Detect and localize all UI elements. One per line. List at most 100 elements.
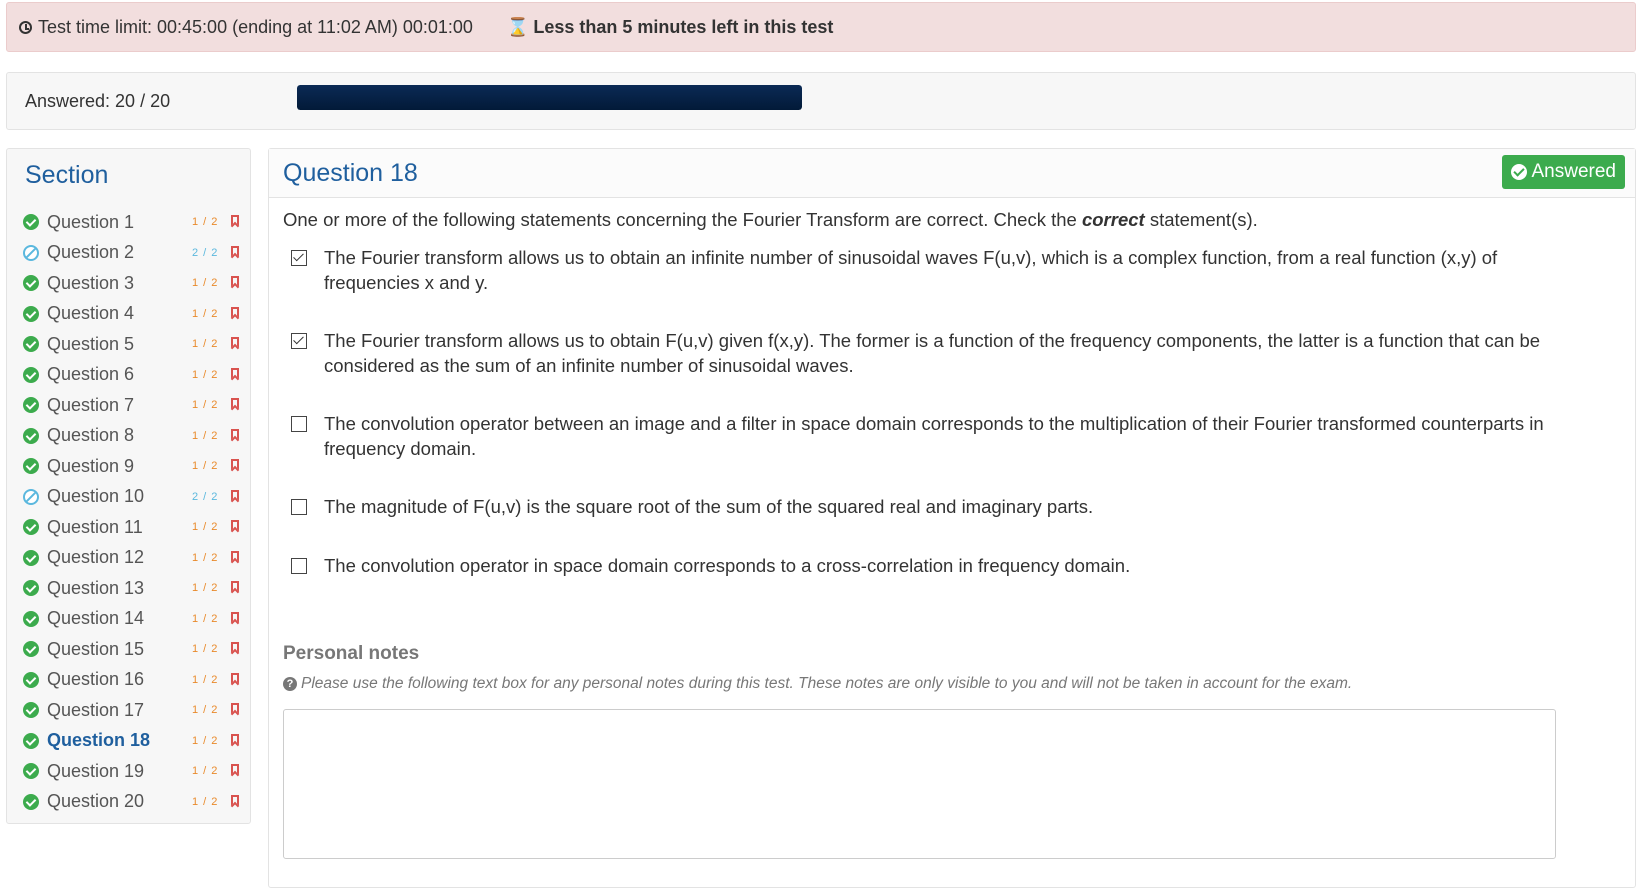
bookmark-icon[interactable] <box>231 398 239 409</box>
clock-icon <box>19 20 32 34</box>
answered-badge: Answered <box>1501 155 1625 189</box>
bookmark-icon[interactable] <box>231 520 239 531</box>
question-score: 1 / 2 <box>192 277 219 290</box>
question-score: 1 / 2 <box>192 368 219 381</box>
bookmark-icon[interactable] <box>231 367 239 379</box>
question-score: 1 / 2 <box>192 673 219 686</box>
question-nav-label[interactable]: Question 3 <box>47 273 134 294</box>
question-nav-item[interactable]: Question 3 1 / 2 <box>7 268 250 299</box>
notes-title: Personal notes <box>283 643 420 664</box>
question-nav-label[interactable]: Question 6 <box>47 364 134 385</box>
bookmark-icon[interactable] <box>231 215 239 226</box>
answered-count: Answered: 20 / 20 <box>25 90 171 111</box>
progress-bar-fill <box>297 85 802 110</box>
question-nav-item[interactable]: Question 15 1 / 2 <box>7 634 250 665</box>
check-circle-icon <box>23 580 39 597</box>
check-circle-icon <box>23 549 39 566</box>
bookmark-icon[interactable] <box>231 428 239 440</box>
question-nav-label[interactable]: Question 5 <box>47 334 134 355</box>
bookmark-icon[interactable] <box>231 245 239 257</box>
question-score: 1 / 2 <box>192 429 219 442</box>
bookmark-icon[interactable] <box>231 337 239 348</box>
bookmark-icon[interactable] <box>231 672 239 684</box>
question-nav-item[interactable]: Question 12 1 / 2 <box>7 543 250 574</box>
question-nav-item[interactable]: Question 13 1 / 2 <box>7 573 250 604</box>
question-nav-label[interactable]: Question 4 <box>47 303 134 324</box>
question-nav-item[interactable]: Question 2 2 / 2 <box>7 238 250 269</box>
question-nav-label[interactable]: Question 15 <box>47 639 144 660</box>
question-nav-label[interactable]: Question 13 <box>47 578 144 599</box>
question-nav-item[interactable]: Question 18 1 / 2 <box>7 726 250 757</box>
question-nav-item[interactable]: Question 19 1 / 2 <box>7 756 250 787</box>
question-nav-item[interactable]: Question 9 1 / 2 <box>7 451 250 482</box>
bookmark-icon[interactable] <box>231 611 239 623</box>
question-nav-label[interactable]: Question 20 <box>47 791 144 812</box>
question-nav-item[interactable]: Question 1 1 / 2 <box>7 207 250 238</box>
ban-icon <box>23 244 39 261</box>
option-checkbox[interactable] <box>291 558 307 574</box>
option-checkbox[interactable] <box>291 416 307 432</box>
option-checkbox[interactable] <box>291 499 307 515</box>
question-nav-label[interactable]: Question 19 <box>47 761 144 782</box>
question-nav-label[interactable]: Question 8 <box>47 425 134 446</box>
bookmark-icon[interactable] <box>231 550 239 562</box>
question-nav-item[interactable]: Question 17 1 / 2 <box>7 695 250 726</box>
time-warning-text: Less than 5 minutes left in this test <box>533 16 834 37</box>
option-text: The convolution operator between an imag… <box>324 413 1544 459</box>
question-panel: Question 18 Answered One or more of the … <box>268 148 1636 888</box>
question-nav-label[interactable]: Question 12 <box>47 547 144 568</box>
question-score: 1 / 2 <box>192 765 219 778</box>
check-circle-icon <box>23 732 39 749</box>
check-circle-icon <box>23 641 39 658</box>
question-nav-item[interactable]: Question 20 1 / 2 <box>7 787 250 818</box>
bookmark-icon[interactable] <box>231 703 239 714</box>
bookmark-icon[interactable] <box>231 794 239 806</box>
personal-notes-textarea[interactable] <box>283 709 1556 859</box>
option-checkbox[interactable] <box>291 250 307 266</box>
question-score: 1 / 2 <box>192 521 219 534</box>
bookmark-icon[interactable] <box>231 764 239 775</box>
question-nav-label[interactable]: Question 7 <box>47 395 134 416</box>
check-circle-icon <box>23 366 39 383</box>
bookmark-icon[interactable] <box>231 306 239 318</box>
question-nav-label[interactable]: Question 2 <box>47 242 134 263</box>
question-nav-label[interactable]: Question 18 <box>47 730 150 751</box>
prompt-text-end: statement(s). <box>1144 209 1258 230</box>
question-list: Question 1 1 / 2 Question 2 2 / 2 Question 3… <box>7 207 250 817</box>
question-nav-item[interactable]: Question 10 2 / 2 <box>7 482 250 513</box>
question-nav-label[interactable]: Question 16 <box>47 669 144 690</box>
bookmark-icon[interactable] <box>231 489 239 501</box>
option-text: The magnitude of F(u,v) is the square ro… <box>324 496 1094 517</box>
question-nav-item[interactable]: Question 11 1 / 2 <box>7 512 250 543</box>
bookmark-icon[interactable] <box>231 581 239 592</box>
time-limit-text: Test time limit: 00:45:00 (ending at 11:… <box>38 16 473 37</box>
question-prompt: One or more of the following statements … <box>283 209 1258 231</box>
time-warning: ⌛ Less than 5 minutes left in this test <box>507 17 833 38</box>
hourglass-icon: ⌛ <box>506 16 530 37</box>
question-nav-label[interactable]: Question 9 <box>47 456 134 477</box>
bookmark-icon[interactable] <box>231 459 239 470</box>
question-nav-label[interactable]: Question 1 <box>47 212 134 233</box>
question-nav-item[interactable]: Question 4 1 / 2 <box>7 299 250 330</box>
check-circle-icon <box>23 702 39 719</box>
bookmark-icon[interactable] <box>231 276 239 287</box>
question-score: 1 / 2 <box>192 612 219 625</box>
question-nav-item[interactable]: Question 14 1 / 2 <box>7 604 250 635</box>
question-nav-item[interactable]: Question 16 1 / 2 <box>7 665 250 696</box>
question-header: Question 18 Answered <box>269 149 1635 198</box>
question-nav-item[interactable]: Question 8 1 / 2 <box>7 421 250 452</box>
option-checkbox[interactable] <box>291 333 307 349</box>
check-circle-icon <box>23 519 39 536</box>
bookmark-icon[interactable] <box>231 733 239 745</box>
check-circle-icon <box>23 214 39 231</box>
bookmark-icon[interactable] <box>231 642 239 653</box>
check-circle-icon <box>23 397 39 414</box>
question-nav-item[interactable]: Question 6 1 / 2 <box>7 360 250 391</box>
question-nav-label[interactable]: Question 10 <box>47 486 144 507</box>
question-nav-label[interactable]: Question 17 <box>47 700 144 721</box>
question-nav-item[interactable]: Question 7 1 / 2 <box>7 390 250 421</box>
question-nav-label[interactable]: Question 14 <box>47 608 144 629</box>
question-nav-item[interactable]: Question 5 1 / 2 <box>7 329 250 360</box>
question-nav-label[interactable]: Question 11 <box>47 517 143 538</box>
question-score: 2 / 2 <box>192 490 219 503</box>
